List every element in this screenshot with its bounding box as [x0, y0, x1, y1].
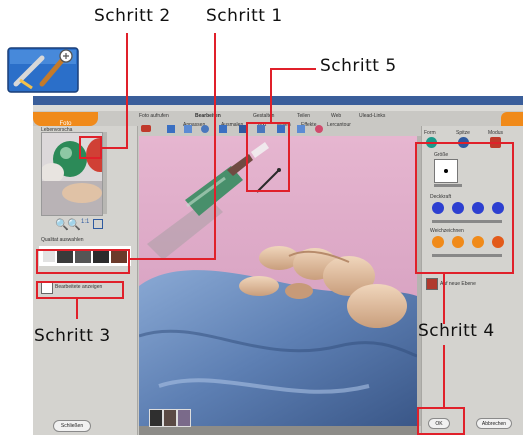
callout-step-2: Schritt 2	[94, 6, 171, 26]
preview-scrollbar[interactable]	[103, 132, 107, 214]
undo-icon[interactable]	[141, 125, 151, 132]
callout-line	[76, 299, 78, 319]
callout-line	[130, 258, 216, 260]
callout-line	[270, 68, 316, 70]
print-icon[interactable]	[184, 125, 192, 133]
tool-modus-label: Modus	[488, 130, 504, 136]
menu-bar	[33, 105, 523, 111]
callout-step-1: Schritt 1	[206, 6, 283, 26]
main-tabs: Foto aufrufen Bearbeiten Gestalten Teile…	[135, 112, 465, 121]
callout-line	[270, 68, 272, 122]
filmstrip	[139, 426, 417, 435]
layer-checkbox[interactable]	[426, 278, 438, 290]
tab-bearbeiten[interactable]: Bearbeiten	[195, 113, 221, 119]
callout-line	[443, 345, 445, 407]
callout-box-step-4-ok	[417, 407, 465, 435]
filmstrip-thumb[interactable]	[149, 409, 163, 427]
callout-step-3: Schritt 3	[34, 326, 111, 346]
filmstrip-thumb[interactable]	[177, 409, 191, 427]
title-bar	[33, 96, 523, 105]
filmstrip-thumb[interactable]	[163, 409, 177, 427]
callout-box-step-2	[79, 136, 102, 159]
callout-box-step-4	[415, 142, 514, 274]
callout-box-step-1	[36, 249, 130, 274]
layer-label: Auf neue Ebene	[440, 281, 476, 287]
callout-line	[214, 33, 216, 260]
callout-line	[102, 147, 128, 149]
fit-window-icon[interactable]	[93, 219, 103, 229]
tool-form-label: Form	[424, 130, 436, 136]
tab-foto-aufrufen[interactable]: Foto aufrufen	[139, 113, 169, 119]
close-button[interactable]: Schließen	[53, 420, 91, 432]
presets-label: Qualitat auswahlen	[41, 237, 84, 243]
tab-teilen[interactable]: Teilen	[297, 113, 310, 119]
tool-spitze-label: Spitze	[456, 130, 470, 136]
tab-ulead-links[interactable]: Ulead-Links	[359, 113, 385, 119]
callout-line	[443, 274, 445, 324]
callout-step-5: Schritt 5	[320, 56, 397, 76]
zoom-out-icon[interactable]: 🔍	[67, 218, 81, 231]
save-icon[interactable]	[167, 125, 175, 133]
callout-box-step-5	[246, 122, 290, 192]
callout-box-step-3	[36, 281, 124, 299]
actual-size-icon[interactable]: 1:1	[81, 219, 89, 225]
text-icon[interactable]	[297, 125, 305, 133]
callout-line	[126, 33, 128, 149]
cancel-button[interactable]: Abbrechen	[476, 418, 512, 429]
heart-icon[interactable]	[315, 125, 323, 133]
zoom-controls: 🔍 🔍 1:1	[55, 218, 115, 231]
tab-web[interactable]: Web	[331, 113, 341, 119]
rotate-icon[interactable]	[219, 125, 227, 133]
callout-step-4: Schritt 4	[418, 321, 495, 341]
zoom-icon[interactable]	[201, 125, 209, 133]
app-logo-icon	[2, 44, 82, 94]
foto-tab[interactable]: Foto	[33, 112, 98, 127]
